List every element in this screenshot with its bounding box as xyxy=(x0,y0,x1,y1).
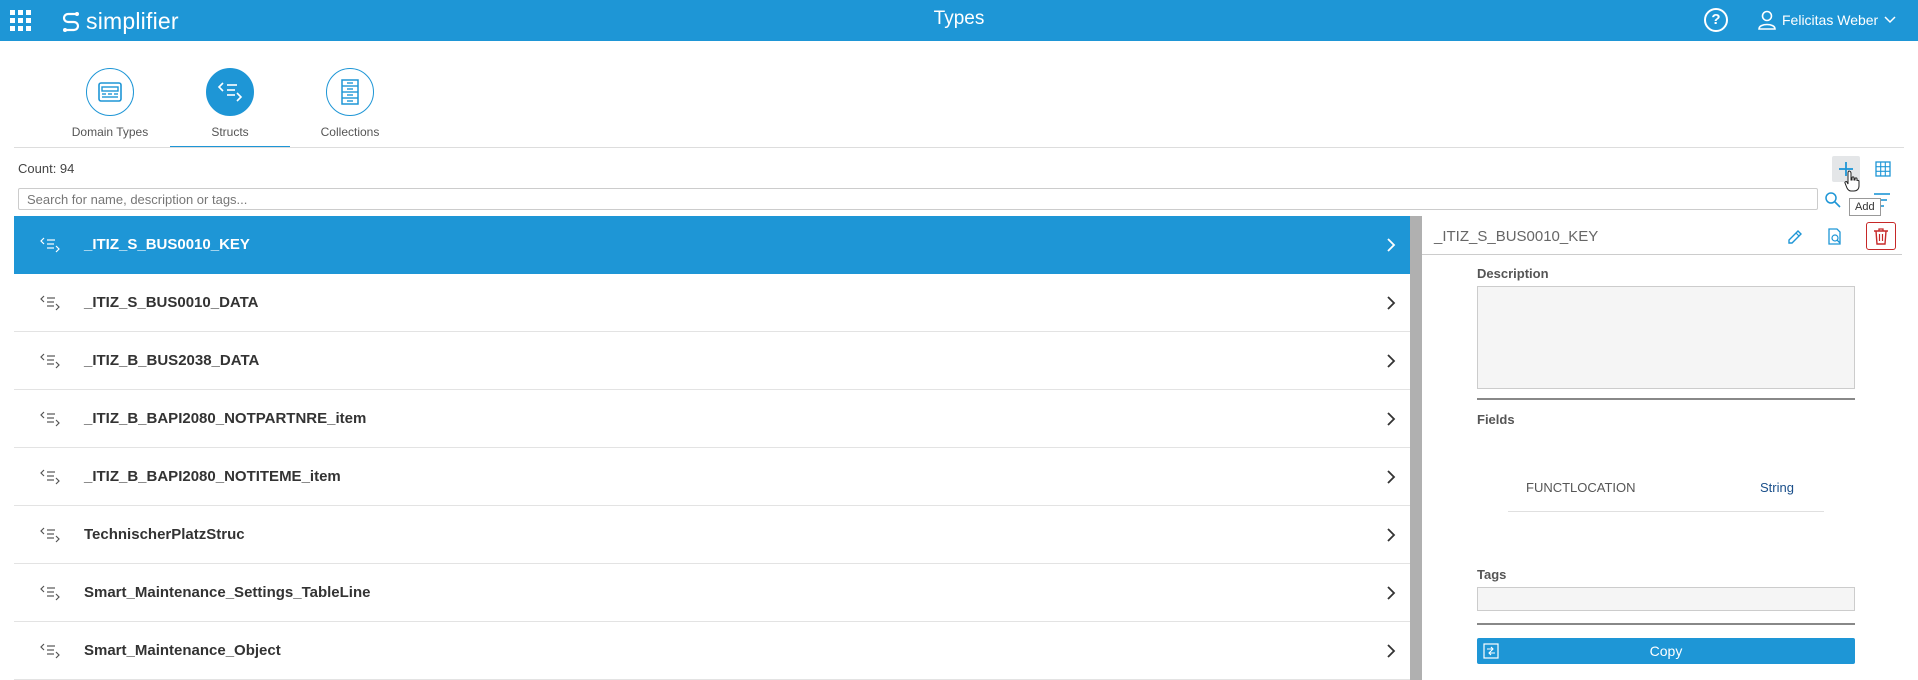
domain-types-icon-circle xyxy=(86,68,134,116)
struct-name: Smart_Maintenance_Object xyxy=(84,642,281,659)
search-field[interactable] xyxy=(18,188,1818,210)
chevron-right-icon xyxy=(1387,586,1396,600)
collections-icon xyxy=(341,79,359,105)
copy-label: Copy xyxy=(1649,643,1683,659)
description-field[interactable] xyxy=(1477,286,1855,389)
simplifier-logo-icon xyxy=(62,12,80,32)
chevron-right-icon xyxy=(1387,296,1396,310)
tab-collections[interactable]: Collections xyxy=(290,64,410,148)
list-item[interactable]: TechnischerPlatzStruc xyxy=(14,506,1410,564)
app-launcher-icon[interactable] xyxy=(10,10,32,32)
app-logo[interactable]: simplifier xyxy=(62,7,179,35)
chevron-right-icon xyxy=(1387,528,1396,542)
chevron-down-icon xyxy=(1884,16,1896,24)
list-item[interactable]: Smart_Maintenance_Settings_TableLine xyxy=(14,564,1410,622)
item-count: Count: 94 xyxy=(18,161,75,176)
tags-field[interactable] xyxy=(1477,587,1855,611)
struct-item-icon xyxy=(40,353,60,368)
tags-label: Tags xyxy=(1477,567,1507,582)
structs-icon-circle xyxy=(206,68,254,116)
table-view-button[interactable] xyxy=(1872,158,1894,180)
tab-structs[interactable]: Structs xyxy=(170,64,290,148)
search-icon[interactable] xyxy=(1824,191,1842,209)
struct-item-icon xyxy=(40,411,60,426)
chevron-right-icon xyxy=(1387,412,1396,426)
list-item[interactable]: _ITIZ_S_BUS0010_KEY xyxy=(14,216,1410,274)
collections-icon-circle xyxy=(326,68,374,116)
edit-icon[interactable] xyxy=(1786,228,1804,246)
struct-item-icon xyxy=(40,237,60,252)
type-tabs: Domain Types Structs Collections xyxy=(50,64,410,148)
chevron-right-icon xyxy=(1387,470,1396,484)
app-header: simplifier Types ? Felicitas Weber xyxy=(0,0,1918,41)
fields-label: Fields xyxy=(1477,412,1515,427)
list-item[interactable]: _ITIZ_B_BAPI2080_NOTITEME_item xyxy=(14,448,1410,506)
delete-button[interactable] xyxy=(1866,222,1896,250)
struct-name: _ITIZ_S_BUS0010_KEY xyxy=(84,236,250,253)
struct-name: _ITIZ_S_BUS0010_DATA xyxy=(84,294,259,311)
help-icon[interactable]: ? xyxy=(1704,8,1728,32)
copy-button[interactable]: Copy xyxy=(1477,638,1855,664)
domain-types-icon xyxy=(98,82,122,102)
tab-label: Collections xyxy=(320,125,380,139)
user-icon xyxy=(1758,10,1776,30)
structs-icon xyxy=(217,82,243,102)
chevron-right-icon xyxy=(1387,644,1396,658)
struct-item-icon xyxy=(40,527,60,542)
table-icon xyxy=(1875,161,1891,177)
description-label: Description xyxy=(1477,266,1549,281)
struct-name: _ITIZ_B_BAPI2080_NOTPARTNRE_item xyxy=(84,410,367,427)
preview-icon[interactable] xyxy=(1826,228,1844,246)
copy-icon xyxy=(1483,643,1499,659)
search-input[interactable] xyxy=(19,189,1817,209)
app-name: simplifier xyxy=(86,7,179,34)
user-name: Felicitas Weber xyxy=(1782,12,1879,28)
section-divider xyxy=(1477,398,1855,400)
struct-item-icon xyxy=(40,585,60,600)
struct-item-icon xyxy=(40,295,60,310)
tab-label: Structs xyxy=(211,125,249,139)
struct-name: _ITIZ_B_BUS2038_DATA xyxy=(84,352,260,369)
chevron-right-icon xyxy=(1387,354,1396,368)
list-item[interactable]: _ITIZ_B_BAPI2080_NOTPARTNRE_item xyxy=(14,390,1410,448)
field-row[interactable]: FUNCTLOCATION String xyxy=(1508,466,1824,512)
tab-label: Domain Types xyxy=(71,125,149,139)
list-item[interactable]: _ITIZ_B_BUS2038_DATA xyxy=(14,332,1410,390)
struct-list: _ITIZ_S_BUS0010_KEY _ITIZ_S_BUS0010_DATA… xyxy=(14,216,1410,680)
detail-title: _ITIZ_S_BUS0010_KEY xyxy=(1434,228,1599,245)
list-item[interactable]: Smart_Maintenance_Object xyxy=(14,622,1410,680)
struct-name: TechnischerPlatzStruc xyxy=(84,526,245,543)
struct-name: Smart_Maintenance_Settings_TableLine xyxy=(84,584,371,601)
field-name: FUNCTLOCATION xyxy=(1526,480,1636,495)
list-scrollbar[interactable] xyxy=(1410,216,1422,680)
page-title: Types xyxy=(933,8,985,29)
detail-header-divider xyxy=(1422,254,1902,255)
struct-item-icon xyxy=(40,469,60,484)
hand-cursor-icon xyxy=(1844,170,1860,192)
add-tooltip: Add xyxy=(1849,198,1881,216)
section-divider xyxy=(1477,623,1855,625)
chevron-right-icon xyxy=(1387,238,1396,252)
field-type-link[interactable]: String xyxy=(1760,480,1794,495)
struct-item-icon xyxy=(40,643,60,658)
detail-panel: _ITIZ_S_BUS0010_KEY Description Fields F… xyxy=(1422,216,1918,680)
list-item[interactable]: _ITIZ_S_BUS0010_DATA xyxy=(14,274,1410,332)
trash-icon xyxy=(1874,228,1888,245)
user-menu[interactable]: Felicitas Weber xyxy=(1758,8,1896,32)
tab-domain-types[interactable]: Domain Types xyxy=(50,64,170,148)
tabs-divider xyxy=(14,147,1904,148)
struct-name: _ITIZ_B_BAPI2080_NOTITEME_item xyxy=(84,468,341,485)
